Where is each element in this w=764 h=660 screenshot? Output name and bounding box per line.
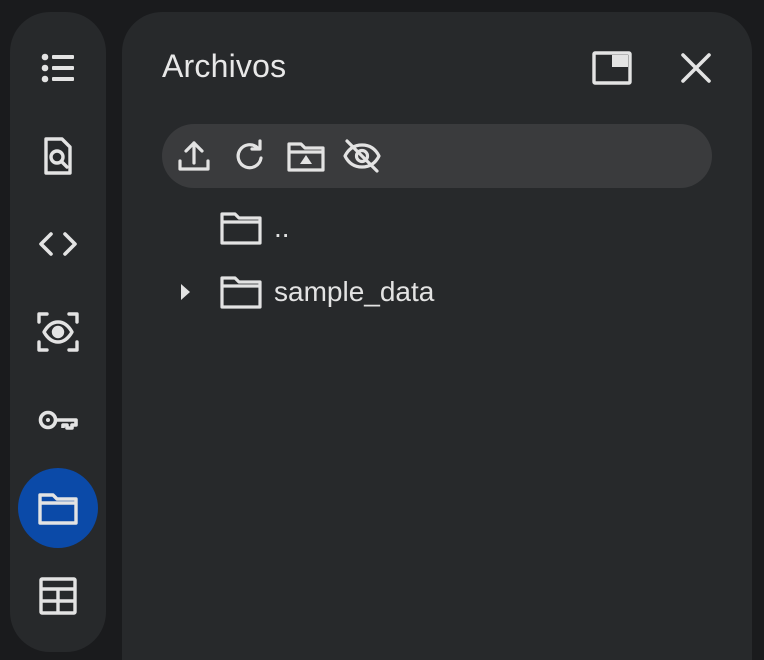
toggle-hidden-files-button[interactable] [340,134,384,178]
upload-button[interactable] [172,134,216,178]
table-icon [39,577,77,615]
code-icon [39,232,77,256]
open-in-tab-icon [592,51,632,85]
refresh-icon [236,139,263,170]
refresh-button[interactable] [228,134,272,178]
open-in-tab-button[interactable] [590,46,634,90]
rail-item-code-snippets[interactable] [18,204,98,284]
tree-item-sample-data[interactable]: sample_data [122,268,752,316]
tree-item-label: sample_data [274,276,435,307]
panel-title: Archivos [162,48,287,84]
close-panel-button[interactable] [674,46,718,90]
files-panel: Archivos .. sample_data [122,12,752,660]
rail-item-data-table[interactable] [18,556,98,636]
chevron-right-icon [181,284,190,300]
hide-files-icon [343,139,381,173]
files-toolbar [162,124,712,188]
rail-item-secrets[interactable] [18,380,98,460]
list-icon [41,53,74,83]
search-document-icon [44,137,72,175]
tree-item-label: .. [274,212,290,243]
left-rail [10,12,106,652]
folder-icon [218,205,264,251]
expand-folder-toggle[interactable] [174,268,196,316]
rail-item-variables-inspector[interactable] [18,292,98,372]
colab-files-sidebar: Archivos .. sample_data [0,0,764,660]
mount-drive-icon [287,142,325,172]
eye-scan-icon [37,312,79,352]
close-icon [681,53,711,83]
rail-item-files[interactable] [18,468,98,548]
folder-icon [218,269,264,315]
tree-item-parent[interactable]: .. [122,204,752,252]
mount-drive-button[interactable] [284,134,328,178]
rail-item-find[interactable] [18,116,98,196]
folder-icon [38,493,78,525]
key-icon [38,410,78,430]
upload-icon [178,141,210,171]
rail-item-table-of-contents[interactable] [18,28,98,108]
